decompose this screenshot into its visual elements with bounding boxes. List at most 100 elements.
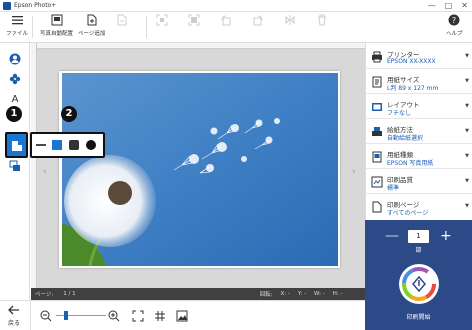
minimize-button[interactable]: — <box>428 1 436 11</box>
zoom-in-icon[interactable] <box>108 310 120 322</box>
x-readout: X: - <box>280 291 290 297</box>
circle-shape-option[interactable] <box>86 140 96 150</box>
callout-two: 2 <box>61 106 77 122</box>
auto-layout-button[interactable]: 写真自動配置 <box>40 14 73 37</box>
sticker-icon[interactable] <box>8 72 22 86</box>
paper-size-setting[interactable]: 用紙サイズ L判 89 x 127 mm ▼ <box>366 70 472 94</box>
paper-feed-setting[interactable]: 給紙方法 自動給紙選択 ▼ <box>366 120 472 144</box>
h-readout: H: - <box>332 291 343 297</box>
layout-icon <box>371 101 383 113</box>
bottom-bar: 戻る <box>0 300 365 330</box>
print-pages-setting[interactable]: 印刷ページ すべてのページ ▼ <box>366 195 472 219</box>
close-button[interactable]: ✕ <box>461 1 468 11</box>
layers-icon[interactable] <box>8 159 22 173</box>
fit-screen-icon[interactable] <box>132 310 144 322</box>
back-button[interactable]: 戻る <box>8 305 20 327</box>
paper-size-icon <box>371 76 383 88</box>
print-pages-icon <box>371 201 383 213</box>
callout-one: 1 <box>6 106 22 122</box>
add-page-button[interactable]: ページ追加 <box>78 14 105 37</box>
paper-type-value: EPSON 写真用紙 <box>387 160 434 167</box>
print-section: — 1 + 部 印刷開始 <box>365 220 472 330</box>
chevron-down-icon: ▼ <box>465 78 469 84</box>
help-button[interactable]: ? ヘルプ <box>446 14 463 37</box>
fit-frame-icon <box>156 14 168 26</box>
text-tool-icon[interactable]: A <box>8 91 22 105</box>
next-page-arrow[interactable]: › <box>352 167 356 177</box>
zoom-slider-handle[interactable] <box>64 311 68 320</box>
paper-feed-icon <box>371 126 383 138</box>
rotate-left-icon <box>220 14 232 26</box>
layout-setting[interactable]: レイアウト フチなし ▼ <box>366 95 472 119</box>
svg-text:A: A <box>12 94 19 104</box>
chevron-down-icon: ▼ <box>465 153 469 159</box>
page-indicator: 1 / 1 <box>63 291 76 297</box>
rotate-right-icon <box>252 14 264 26</box>
help-label: ヘルプ <box>446 31 463 37</box>
delete-button[interactable] <box>316 14 328 29</box>
rotate-readout-label: 回転: <box>259 292 273 298</box>
increase-copies-button[interactable]: + <box>440 228 452 244</box>
fit-frame-button[interactable] <box>156 14 168 29</box>
decrease-copies-button[interactable]: — <box>385 228 399 244</box>
grid-icon[interactable] <box>154 310 166 322</box>
fill-frame-button[interactable] <box>188 14 200 29</box>
toolbar: ファイル 写真自動配置 ページ追加 ? ヘルプ <box>0 12 472 43</box>
chevron-down-icon: ▼ <box>465 203 469 209</box>
printer-icon <box>371 51 383 63</box>
chevron-down-icon: ▼ <box>465 128 469 134</box>
flip-button[interactable] <box>284 14 296 29</box>
dandelion-photo[interactable] <box>62 73 338 266</box>
window-title: Epson Photo+ <box>14 2 57 9</box>
shape-picker-popup <box>30 132 105 158</box>
printer-value: EPSON XX-XXXX <box>387 58 436 65</box>
back-arrow-icon <box>8 305 19 315</box>
print-start-button[interactable] <box>399 264 439 304</box>
square-shape-option[interactable] <box>52 140 62 150</box>
print-pages-value: すべてのページ <box>387 210 429 217</box>
zoom-out-icon[interactable] <box>40 310 52 322</box>
paper-size-value: L判 89 x 127 mm <box>387 85 439 92</box>
page-label: ページ: <box>35 292 54 298</box>
flip-icon <box>284 14 296 26</box>
copies-input[interactable]: 1 <box>408 230 429 243</box>
chevron-down-icon: ▼ <box>465 103 469 109</box>
printer-setting[interactable]: プリンター EPSON XX-XXXX ▼ <box>366 45 472 69</box>
file-button[interactable]: ファイル <box>6 14 28 37</box>
chevron-down-icon: ▼ <box>465 178 469 184</box>
maximize-button[interactable]: □ <box>445 1 453 11</box>
copies-unit-label: 部 <box>415 247 422 254</box>
back-label: 戻る <box>8 320 21 327</box>
previous-page-arrow[interactable]: ‹ <box>43 167 47 177</box>
add-page-icon <box>86 14 98 26</box>
left-tool-rail: A <box>0 43 30 300</box>
y-readout: Y: - <box>297 291 307 297</box>
shape-tool-button[interactable] <box>5 132 28 158</box>
auto-layout-icon <box>51 14 63 26</box>
rounded-rect-shape-option[interactable] <box>69 140 79 150</box>
delete-page-icon <box>116 14 128 26</box>
print-settings-panel: プリンター EPSON XX-XXXX ▼ 用紙サイズ L判 89 x 127 … <box>365 43 472 220</box>
layout-value: フチなし <box>387 110 412 117</box>
paper-type-setting[interactable]: 用紙種類 EPSON 写真用紙 ▼ <box>366 145 472 169</box>
svg-text:?: ? <box>452 16 456 25</box>
trash-icon <box>316 14 328 26</box>
paper-feed-value: 自動給紙選択 <box>387 135 424 142</box>
help-icon: ? <box>448 14 460 26</box>
person-icon[interactable] <box>8 52 22 66</box>
print-quality-setting[interactable]: 印刷品質 標準 ▼ <box>366 170 472 194</box>
paper-type-icon <box>371 151 383 163</box>
horizontal-ruler <box>31 43 365 49</box>
rotate-right-button[interactable] <box>252 14 264 29</box>
chevron-down-icon: ▼ <box>465 53 469 59</box>
copies-stepper: — 1 + <box>365 228 472 244</box>
print-start-label: 印刷開始 <box>406 314 431 321</box>
shape-tool-icon <box>12 141 22 151</box>
title-bar: Epson Photo+ — □ ✕ <box>0 0 472 12</box>
rotate-left-button[interactable] <box>220 14 232 29</box>
delete-page-button[interactable] <box>116 14 128 29</box>
canvas-info-bar: ページ: 1 / 1 回転: X: - Y: - W: - H: - <box>31 288 365 300</box>
print-quality-value: 標準 <box>387 185 400 192</box>
vertical-ruler <box>31 43 37 288</box>
image-icon[interactable] <box>176 310 188 322</box>
